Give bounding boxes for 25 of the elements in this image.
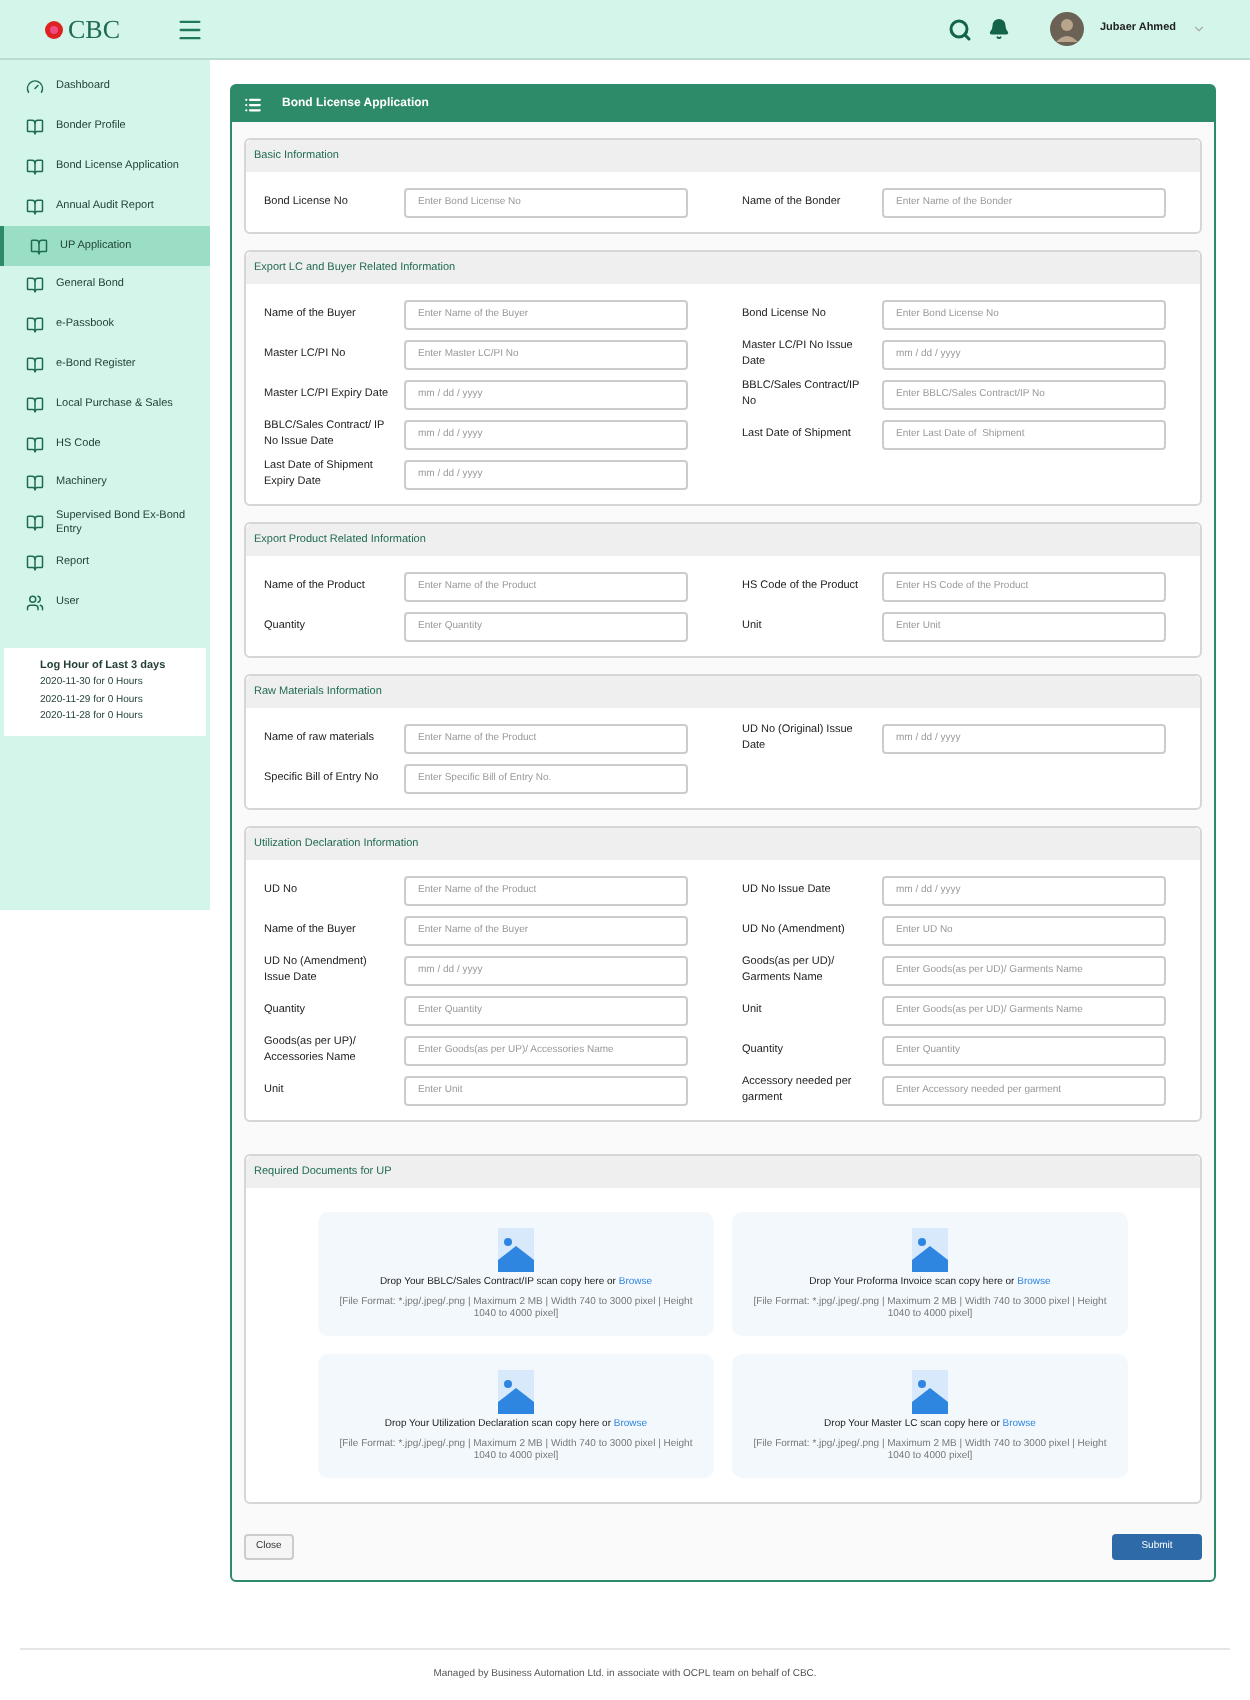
book-icon xyxy=(26,553,44,572)
search-icon[interactable] xyxy=(947,17,972,41)
image-icon xyxy=(912,1370,948,1415)
book-icon xyxy=(26,197,44,216)
book-icon xyxy=(26,276,44,295)
image-icon xyxy=(912,1228,948,1273)
book-icon xyxy=(26,435,44,454)
book-icon xyxy=(26,118,44,137)
book-icon xyxy=(26,474,44,493)
book-icon xyxy=(26,355,44,374)
bell-icon[interactable] xyxy=(987,18,1010,40)
book-icon xyxy=(30,237,48,256)
book-icon xyxy=(26,157,44,176)
book-icon xyxy=(26,316,44,335)
avatar-icon[interactable] xyxy=(1049,12,1084,46)
book-icon xyxy=(26,514,44,533)
image-icon xyxy=(498,1370,534,1415)
book-icon xyxy=(26,395,44,414)
logo-icon xyxy=(44,19,64,39)
users-icon xyxy=(26,593,44,612)
image-icon xyxy=(498,1228,534,1273)
menu-icon[interactable] xyxy=(176,15,205,43)
gauge-icon xyxy=(26,78,44,97)
list-icon xyxy=(244,95,262,113)
logo-text: CBC xyxy=(68,16,121,42)
